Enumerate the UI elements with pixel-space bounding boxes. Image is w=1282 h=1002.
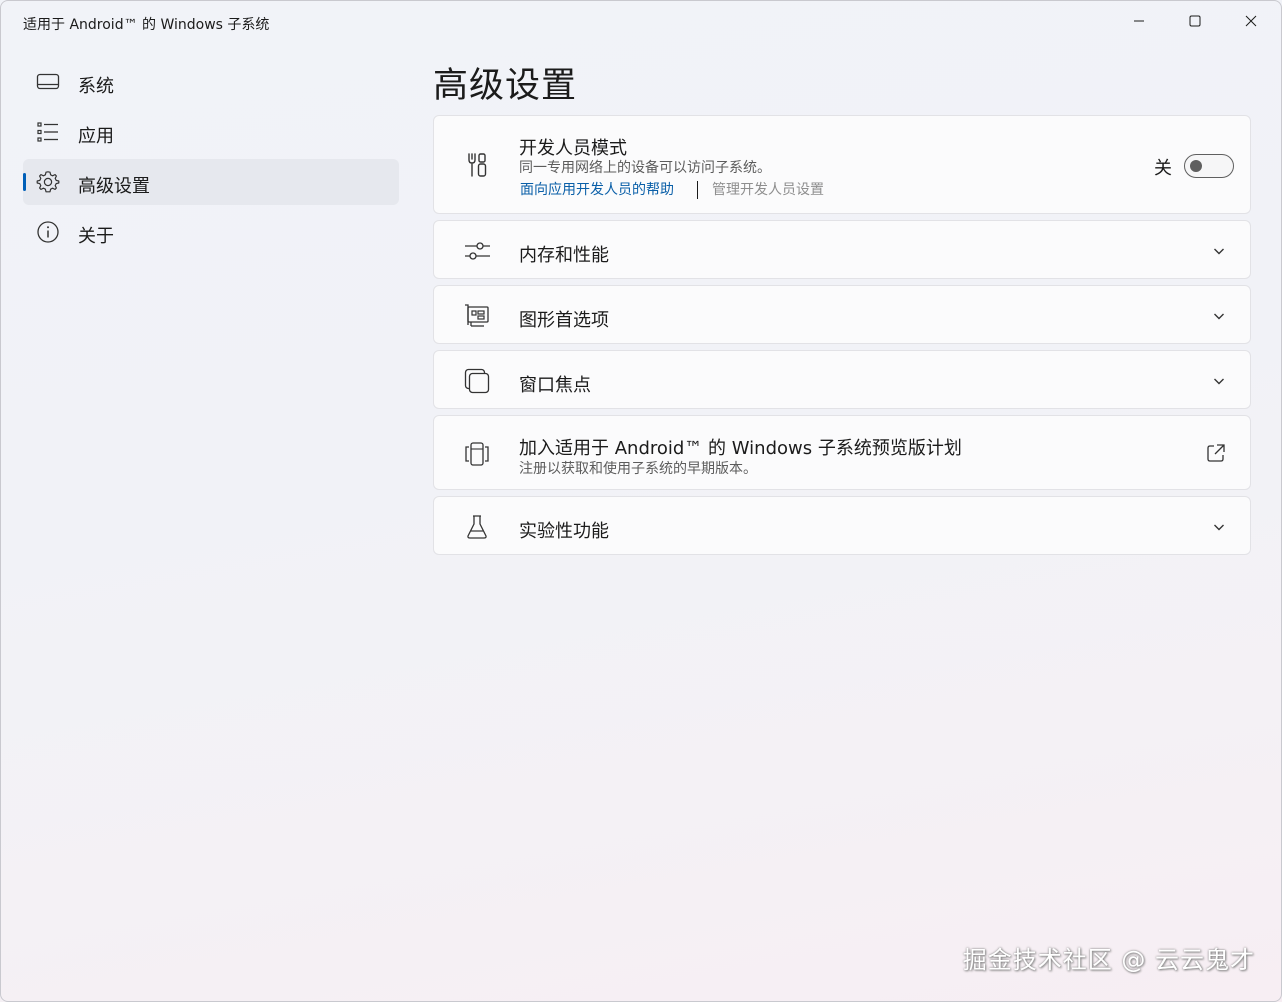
graphics-preferences-card[interactable]: 图形首选项 (433, 285, 1251, 344)
chevron-down-icon (1214, 248, 1224, 255)
experimental-features-title: 实验性功能 (519, 521, 609, 542)
flask-icon (467, 515, 487, 539)
watermark: 掘金技术社区 @ 云云鬼才 (962, 946, 1255, 974)
sidebar-nav: 系统 应用 高级设置 关于 (23, 59, 399, 259)
minimize-icon (1134, 20, 1144, 22)
manage-developer-settings-link[interactable]: 管理开发人员设置 (712, 179, 824, 199)
chevron-down-icon (1214, 313, 1224, 320)
window-focus-title: 窗口焦点 (519, 375, 591, 396)
sidebar-item-label: 应用 (78, 126, 114, 147)
preview-program-title: 加入适用于 Android™ 的 Windows 子系统预览版计划 (519, 438, 962, 459)
sidebar-item-apps[interactable]: 应用 (23, 109, 399, 155)
preview-program-card[interactable]: 加入适用于 Android™ 的 Windows 子系统预览版计划 注册以获取和… (433, 415, 1251, 490)
developer-mode-description: 同一专用网络上的设备可以访问子系统。 (519, 160, 771, 176)
sidebar-item-label: 系统 (78, 76, 114, 97)
sliders-icon (465, 242, 490, 260)
sidebar-item-label: 关于 (78, 226, 114, 247)
developer-mode-card: 开发人员模式 同一专用网络上的设备可以访问子系统。 面向应用开发人员的帮助 管理… (433, 115, 1251, 214)
minimize-button[interactable] (1111, 1, 1167, 41)
maximize-button[interactable] (1167, 1, 1223, 41)
info-icon (37, 221, 59, 243)
tools-icon (468, 153, 487, 177)
developer-mode-toggle[interactable] (1184, 154, 1234, 178)
chevron-down-icon (1214, 524, 1224, 531)
maximize-icon (1189, 15, 1201, 27)
monitor-icon (36, 73, 60, 90)
memory-performance-title: 内存和性能 (519, 245, 609, 266)
sidebar-item-system[interactable]: 系统 (23, 59, 399, 105)
page-title: 高级设置 (433, 66, 578, 106)
memory-performance-card[interactable]: 内存和性能 (433, 220, 1251, 279)
experimental-features-card[interactable]: 实验性功能 (433, 496, 1251, 555)
title-bar: 适用于 Android™ 的 Windows 子系统 (1, 1, 1281, 45)
external-link-icon (1207, 444, 1225, 462)
graphics-card-icon (465, 304, 489, 327)
close-icon (1245, 15, 1257, 27)
gear-icon (36, 171, 60, 193)
close-button[interactable] (1223, 1, 1279, 41)
toggle-knob (1190, 160, 1202, 172)
sidebar-item-about[interactable]: 关于 (23, 209, 399, 255)
window-title: 适用于 Android™ 的 Windows 子系统 (23, 17, 270, 33)
link-separator (697, 181, 698, 199)
toggle-state-label: 关 (1154, 158, 1172, 179)
sidebar-item-label: 高级设置 (78, 176, 150, 197)
developer-help-link[interactable]: 面向应用开发人员的帮助 (520, 179, 674, 199)
graphics-preferences-title: 图形首选项 (519, 310, 609, 331)
sidebar-item-advanced-settings[interactable]: 高级设置 (23, 159, 399, 205)
window-focus-icon (464, 368, 490, 394)
window-focus-card[interactable]: 窗口焦点 (433, 350, 1251, 409)
preview-program-description: 注册以获取和使用子系统的早期版本。 (519, 461, 757, 477)
list-icon (37, 122, 58, 142)
chevron-down-icon (1214, 378, 1224, 385)
preview-program-icon (465, 442, 489, 466)
app-window: 适用于 Android™ 的 Windows 子系统 系统 应用 高级设置 关于… (0, 0, 1282, 1002)
